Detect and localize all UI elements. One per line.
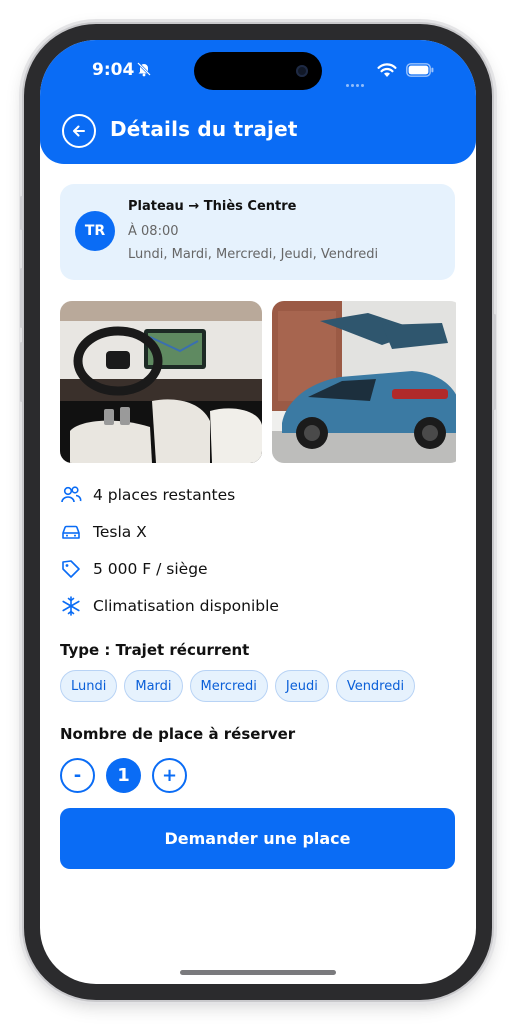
screen: 9:04 Détails du trajet TR Plateau → Thiè…: [40, 40, 476, 984]
seats-remaining-text: 4 places restantes: [93, 486, 236, 504]
volume-down-button: [20, 342, 23, 402]
decrement-button[interactable]: -: [60, 758, 95, 793]
camera-icon: [296, 65, 308, 77]
car-model-text: Tesla X: [93, 523, 147, 541]
seat-count-value: 1: [106, 758, 141, 793]
day-chips: Lundi Mardi Mercredi Jeudi Vendredi: [60, 670, 422, 702]
trip-route: Plateau → Thiès Centre: [128, 199, 297, 214]
increment-button[interactable]: +: [152, 758, 187, 793]
page-title: Détails du trajet: [110, 117, 298, 141]
bell-off-icon: [137, 62, 151, 77]
power-button: [493, 314, 496, 410]
day-chip-jeudi[interactable]: Jeudi: [274, 670, 329, 702]
trip-days: Lundi, Mardi, Mercredi, Jeudi, Vendredi: [128, 247, 379, 262]
signal-dots-icon: [346, 72, 372, 87]
seat-stepper: - 1 +: [60, 758, 187, 793]
trip-summary-card: TR Plateau → Thiès Centre À 08:00 Lundi,…: [60, 184, 455, 280]
price-row: 5 000 F / siège: [60, 557, 208, 581]
price-text: 5 000 F / siège: [93, 560, 208, 578]
car-model-row: Tesla X: [60, 520, 147, 544]
request-seat-button[interactable]: Demander une place: [60, 808, 455, 869]
battery-icon: [406, 63, 434, 77]
header-bar: 9:04 Détails du trajet: [40, 40, 476, 164]
snowflake-icon: [60, 595, 82, 617]
dynamic-island: [194, 52, 322, 90]
arrow-left-icon: [73, 125, 85, 137]
wifi-icon: [377, 63, 397, 77]
ac-row: Climatisation disponible: [60, 594, 279, 618]
status-time: 9:04: [92, 60, 135, 80]
day-chip-mercredi[interactable]: Mercredi: [189, 670, 268, 702]
seats-remaining-row: 4 places restantes: [60, 483, 235, 507]
ac-text: Climatisation disponible: [93, 597, 279, 615]
back-button[interactable]: [62, 114, 96, 148]
home-indicator[interactable]: [180, 970, 336, 975]
tag-icon: [60, 558, 82, 580]
day-chip-mardi[interactable]: Mardi: [124, 670, 183, 702]
users-icon: [60, 484, 82, 506]
trip-type-title: Type : Trajet récurrent: [60, 641, 250, 659]
avatar: TR: [75, 211, 115, 251]
day-chip-lundi[interactable]: Lundi: [60, 670, 118, 702]
action-button: [20, 196, 23, 230]
seat-count-title: Nombre de place à réserver: [60, 725, 296, 743]
car-interior-photo[interactable]: [60, 301, 262, 463]
car-icon: [60, 521, 82, 543]
car-exterior-photo[interactable]: [272, 301, 456, 463]
day-chip-vendredi[interactable]: Vendredi: [335, 670, 416, 702]
photo-gallery[interactable]: [60, 301, 456, 463]
trip-time: À 08:00: [128, 224, 179, 239]
volume-up-button: [20, 268, 23, 328]
